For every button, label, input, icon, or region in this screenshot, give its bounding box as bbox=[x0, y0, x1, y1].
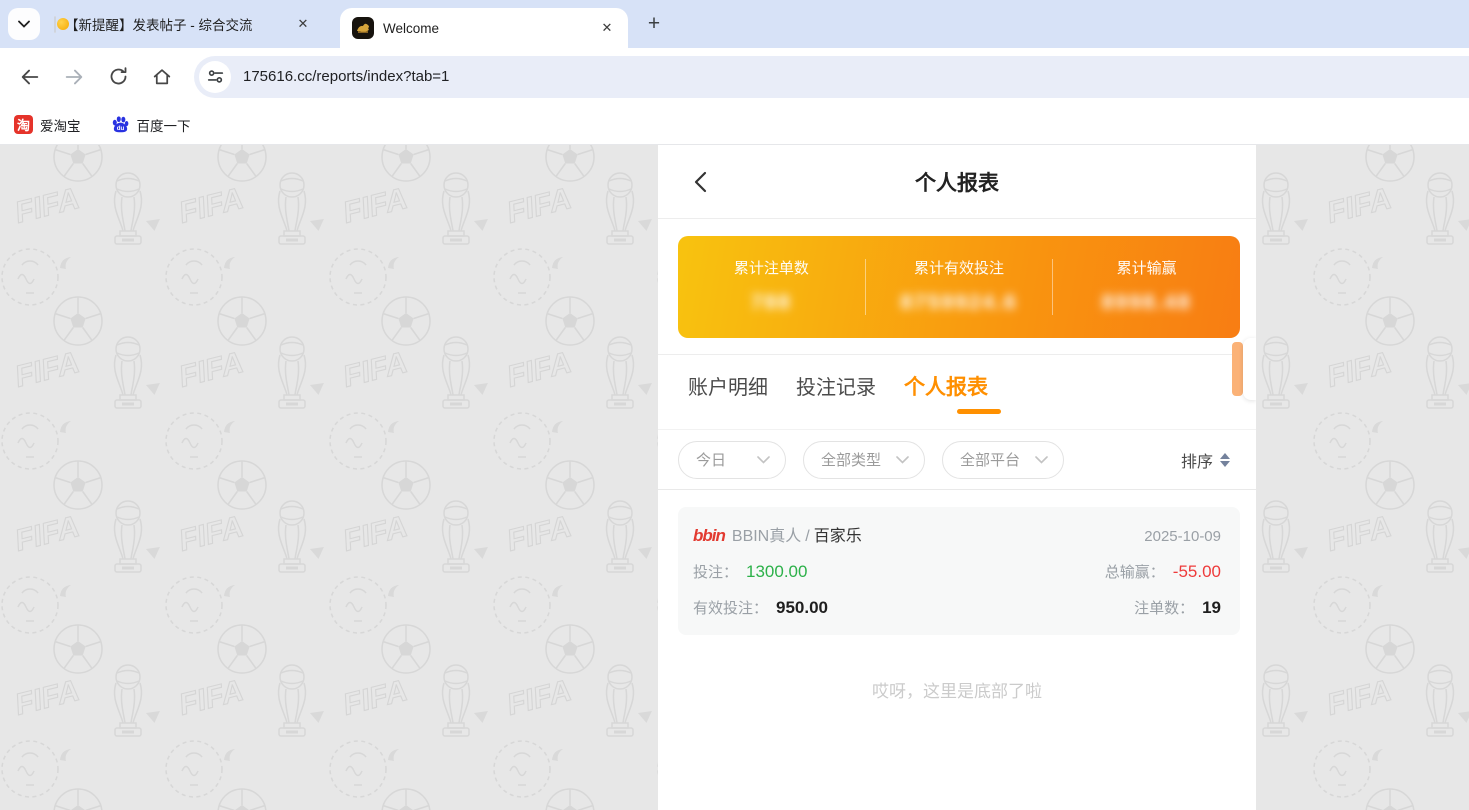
summary-value-masked: 8759924.6 bbox=[866, 291, 1053, 315]
browser-window: 【新提醒】发表帖子 - 综合交流 ✕ Welcome ✕ + bbox=[0, 0, 1469, 810]
bookmark-aitaobao[interactable]: 淘 爱淘宝 bbox=[14, 115, 81, 135]
summary-value-masked: 788 bbox=[678, 291, 865, 315]
chevron-down-icon bbox=[757, 456, 770, 464]
bookmarks-bar: 淘 爱淘宝 du 百度一下 bbox=[0, 105, 1469, 145]
tab-title: 【新提醒】发表帖子 - 综合交流 bbox=[65, 14, 277, 34]
summary-section: 累计注单数 788 累计有效投注 8759924.6 累计输赢 8998.48 bbox=[658, 219, 1256, 355]
record-provider: BBIN真人 bbox=[732, 522, 801, 546]
chevron-down-icon bbox=[896, 456, 909, 464]
summary-label: 累计有效投注 bbox=[866, 257, 1053, 278]
tab-bet-records[interactable]: 投注记录 bbox=[796, 371, 876, 400]
back-button[interactable] bbox=[12, 59, 48, 95]
bet-count-label: 注单数： bbox=[1134, 597, 1194, 618]
forum-favicon bbox=[54, 17, 56, 32]
page-content: FIFA bbox=[0, 145, 1469, 810]
record-game: 百家乐 bbox=[814, 522, 862, 546]
winloss-value: -55.00 bbox=[1173, 562, 1221, 582]
valid-bet-label: 有效投注： bbox=[693, 597, 768, 618]
sort-label: 排序 bbox=[1181, 448, 1213, 472]
tabs-section: 账户明细 投注记录 个人报表 bbox=[658, 355, 1256, 430]
valid-bet-value: 950.00 bbox=[776, 598, 828, 618]
winloss-label: 总输赢： bbox=[1105, 561, 1165, 582]
baidu-paw-icon: du bbox=[111, 115, 130, 134]
browser-tab-forum[interactable]: 【新提醒】发表帖子 - 综合交流 ✕ bbox=[40, 0, 322, 48]
list-end-message: 哎呀，这里是底部了啦 bbox=[658, 677, 1256, 702]
tab-personal-report[interactable]: 个人报表 bbox=[904, 371, 988, 401]
date-filter-dropdown[interactable]: 今日 bbox=[678, 441, 786, 479]
bet-value: 1300.00 bbox=[746, 562, 807, 582]
home-icon bbox=[151, 66, 173, 88]
sort-control[interactable]: 排序 bbox=[1181, 448, 1230, 472]
bookmark-label: 百度一下 bbox=[137, 115, 191, 135]
close-tab-icon[interactable]: ✕ bbox=[596, 17, 618, 39]
tab-title: Welcome bbox=[383, 21, 439, 36]
summary-valid-bets: 累计有效投注 8759924.6 bbox=[866, 257, 1053, 338]
reload-button[interactable] bbox=[100, 59, 136, 95]
address-bar[interactable]: 175616.cc/reports/index?tab=1 bbox=[194, 56, 1469, 98]
floating-widget-collapsed[interactable] bbox=[1243, 338, 1256, 400]
bet-label: 投注： bbox=[693, 561, 738, 582]
bookmark-label: 爱淘宝 bbox=[40, 115, 81, 135]
chevron-down-icon bbox=[1035, 456, 1048, 464]
tab-list-button[interactable] bbox=[8, 8, 40, 40]
site-info-button[interactable] bbox=[199, 61, 231, 93]
browser-toolbar: 175616.cc/reports/index?tab=1 bbox=[0, 48, 1469, 105]
record-date: 2025-10-09 bbox=[1144, 528, 1221, 545]
platform-filter-dropdown[interactable]: 全部平台 bbox=[942, 441, 1064, 479]
url-text: 175616.cc/reports/index?tab=1 bbox=[243, 68, 449, 85]
summary-value-masked: 8998.48 bbox=[1053, 291, 1240, 315]
report-panel: 个人报表 累计注单数 788 累计有效投注 8759924.6 累计输赢 bbox=[658, 145, 1256, 810]
forward-arrow-icon bbox=[63, 66, 85, 88]
chevron-left-icon bbox=[694, 171, 707, 193]
bbin-logo: bbin bbox=[693, 526, 725, 546]
summary-label: 累计注单数 bbox=[678, 257, 865, 278]
record-separator: / bbox=[805, 528, 809, 546]
new-tab-button[interactable]: + bbox=[640, 10, 668, 38]
browser-tab-welcome[interactable]: Welcome ✕ bbox=[340, 8, 628, 48]
forward-button[interactable] bbox=[56, 59, 92, 95]
summary-label: 累计输赢 bbox=[1053, 257, 1240, 278]
back-arrow-icon bbox=[19, 66, 41, 88]
summary-card: 累计注单数 788 累计有效投注 8759924.6 累计输赢 8998.48 bbox=[678, 236, 1240, 338]
back-chevron-button[interactable] bbox=[686, 168, 714, 196]
filter-bar: 今日 全部类型 全部平台 排序 bbox=[658, 430, 1256, 490]
svg-text:du: du bbox=[116, 125, 124, 132]
bet-count-value: 19 bbox=[1202, 598, 1221, 618]
tab-strip: 【新提醒】发表帖子 - 综合交流 ✕ Welcome ✕ + bbox=[0, 0, 1469, 48]
bookmark-baidu[interactable]: du 百度一下 bbox=[111, 115, 191, 135]
summary-winloss: 累计输赢 8998.48 bbox=[1053, 257, 1240, 338]
page-title: 个人报表 bbox=[915, 167, 999, 197]
close-tab-icon[interactable]: ✕ bbox=[292, 13, 314, 35]
page-header: 个人报表 bbox=[658, 145, 1256, 219]
sort-arrows-icon bbox=[1220, 453, 1230, 467]
floating-widget-handle[interactable] bbox=[1232, 342, 1243, 396]
chevron-down-icon bbox=[18, 15, 30, 33]
tune-icon bbox=[207, 68, 224, 85]
report-record-card[interactable]: bbin BBIN真人 / 百家乐 2025-10-09 投注： 1300.00… bbox=[678, 507, 1240, 635]
taobao-icon: 淘 bbox=[14, 115, 33, 134]
filter-label: 全部类型 bbox=[821, 449, 881, 470]
type-filter-dropdown[interactable]: 全部类型 bbox=[803, 441, 925, 479]
filter-label: 全部平台 bbox=[960, 449, 1020, 470]
reload-icon bbox=[108, 66, 129, 87]
filter-label: 今日 bbox=[696, 449, 726, 470]
summary-total-bets: 累计注单数 788 bbox=[678, 257, 865, 338]
site-favicon bbox=[352, 17, 374, 39]
tab-account-detail[interactable]: 账户明细 bbox=[688, 371, 768, 400]
home-button[interactable] bbox=[144, 59, 180, 95]
active-tab-underline bbox=[957, 409, 1001, 414]
